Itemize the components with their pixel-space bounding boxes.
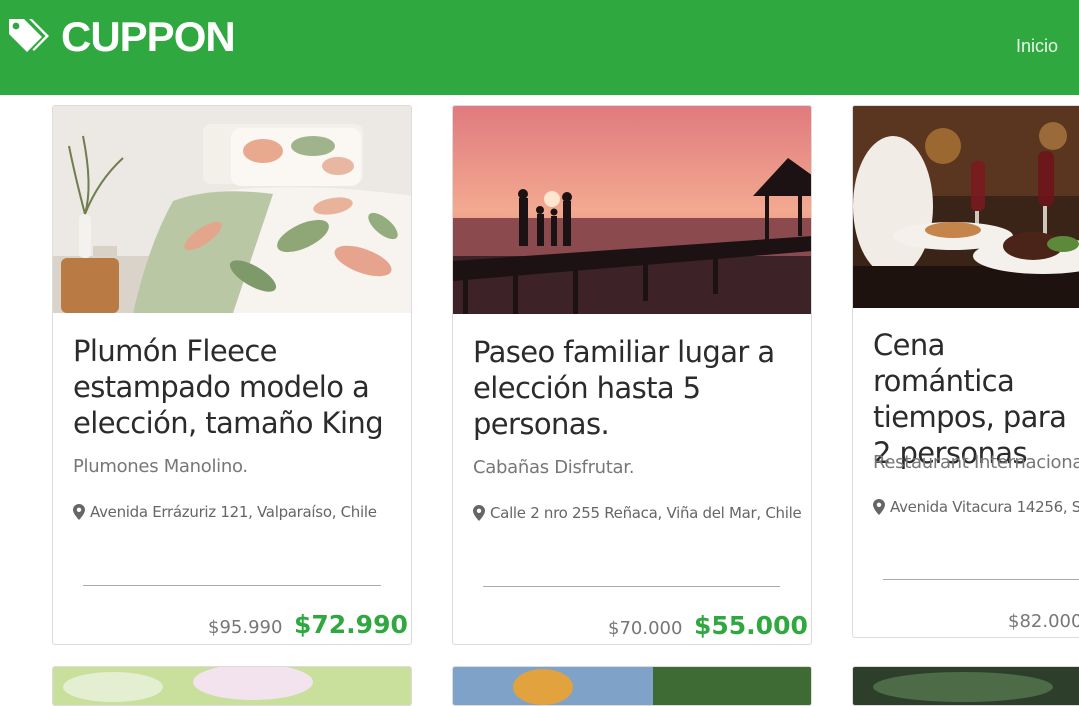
- price-discounted: $55.000: [694, 611, 808, 640]
- deal-card[interactable]: [52, 666, 412, 706]
- price-discounted: $72.990: [294, 610, 408, 639]
- deal-card[interactable]: [852, 666, 1079, 706]
- brand-logo[interactable]: CUPPON: [6, 12, 236, 62]
- price-original: $82.000: [1008, 611, 1079, 632]
- deal-title[interactable]: Paseo familiar lugar a elección hasta 5 …: [473, 334, 793, 442]
- nav-link-inicio[interactable]: Inicio: [1016, 36, 1058, 57]
- deal-image[interactable]: [53, 106, 411, 313]
- deal-image[interactable]: [853, 106, 1079, 308]
- deal-card[interactable]: Plumón Fleece estampado modelo a elecció…: [52, 105, 412, 645]
- deal-title[interactable]: Plumón Fleece estampado modelo a elecció…: [73, 333, 393, 441]
- deal-image[interactable]: [853, 667, 1079, 706]
- deal-address-text: Calle 2 nro 255 Reñaca, Viña del Mar, Ch…: [490, 504, 802, 522]
- deal-address: Avenida Vitacura 14256, Sa: [873, 498, 1079, 516]
- tag-icon: [9, 19, 49, 52]
- deal-image[interactable]: [53, 667, 412, 706]
- map-pin-icon: [473, 505, 485, 521]
- card-divider: [83, 585, 381, 586]
- deal-card[interactable]: Cena romántica tiempos, para 2 personas …: [852, 105, 1079, 638]
- deal-vendor: Cabañas Disfrutar.: [473, 457, 635, 478]
- map-pin-icon: [73, 504, 85, 520]
- deal-address-text: Avenida Vitacura 14256, Sa: [890, 498, 1079, 516]
- card-divider: [883, 579, 1079, 580]
- deal-card[interactable]: Paseo familiar lugar a elección hasta 5 …: [452, 105, 812, 645]
- deal-address: Avenida Errázuriz 121, Valparaíso, Chile: [73, 503, 377, 521]
- deal-image[interactable]: [453, 106, 811, 314]
- price-original: $95.990: [208, 617, 283, 638]
- deal-card[interactable]: [452, 666, 812, 706]
- deal-address-text: Avenida Errázuriz 121, Valparaíso, Chile: [90, 503, 377, 521]
- card-divider: [483, 586, 780, 587]
- price-original: $70.000: [608, 618, 683, 639]
- brand-name: CUPPON: [61, 13, 236, 60]
- deal-image[interactable]: [453, 667, 812, 706]
- deal-vendor: Plumones Manolino.: [73, 456, 248, 477]
- deal-vendor: Restaurant Internaciona: [873, 452, 1079, 473]
- top-navbar: CUPPON Inicio: [0, 0, 1079, 95]
- deal-title[interactable]: Cena romántica tiempos, para 2 personas: [873, 327, 1079, 471]
- deal-address: Calle 2 nro 255 Reñaca, Viña del Mar, Ch…: [473, 504, 802, 522]
- map-pin-icon: [873, 499, 885, 515]
